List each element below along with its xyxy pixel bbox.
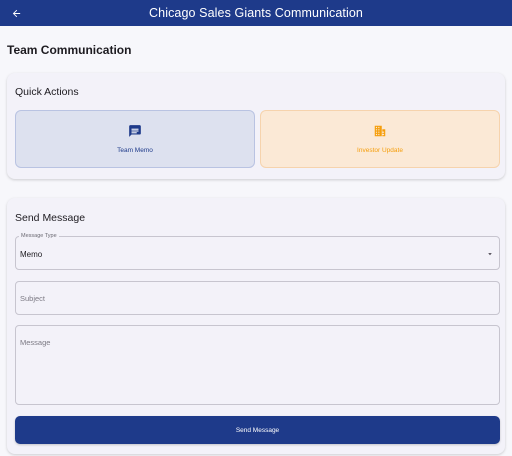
investor-update-button[interactable]: Investor Update — [260, 110, 500, 168]
investor-update-label: Investor Update — [357, 147, 403, 154]
message-textarea[interactable] — [16, 326, 499, 404]
arrow-left-icon — [12, 9, 20, 17]
page-title: Team Communication — [7, 43, 132, 57]
dropdown-arrow-icon — [488, 253, 492, 256]
message-field-wrapper — [15, 325, 500, 405]
quick-actions-title: Quick Actions — [15, 86, 79, 98]
app-title: Chicago Sales Giants Communication — [149, 6, 363, 20]
subject-input[interactable] — [16, 282, 499, 314]
send-message-card: Send Message Message Type Memo Send Mess… — [7, 198, 505, 454]
back-button[interactable] — [6, 3, 26, 23]
send-message-button[interactable]: Send Message — [15, 416, 500, 444]
team-memo-button[interactable]: Team Memo — [15, 110, 255, 168]
send-message-title: Send Message — [15, 212, 86, 224]
building-icon — [374, 125, 386, 137]
message-type-select[interactable]: Message Type Memo — [15, 233, 500, 270]
memo-icon — [129, 125, 141, 137]
app-bar: Chicago Sales Giants Communication — [0, 0, 512, 26]
message-type-label: Message Type — [19, 233, 59, 239]
subject-field-wrapper — [15, 281, 500, 315]
quick-actions-card: Quick Actions Team Memo Investor Update — [7, 73, 505, 179]
team-memo-label: Team Memo — [117, 147, 153, 154]
message-type-value: Memo — [20, 250, 43, 259]
